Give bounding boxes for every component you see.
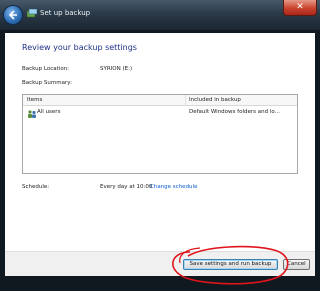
- column-included[interactable]: Included in backup: [189, 97, 241, 103]
- back-arrow-icon: [8, 10, 17, 20]
- save-and-run-button[interactable]: Save settings and run backup: [183, 259, 278, 270]
- schedule-value: Every day at 10:00: [100, 184, 153, 190]
- column-items[interactable]: Items: [27, 97, 42, 103]
- save-and-run-label: Save settings and run backup: [189, 261, 272, 267]
- title-bar: Set up backup ✕: [0, 0, 320, 30]
- window-title: Set up backup: [40, 9, 91, 17]
- list-header: Items Included in backup: [23, 95, 297, 106]
- cancel-button[interactable]: Cancel: [283, 259, 310, 270]
- window-frame: Set up backup ✕ Review your backup setti…: [0, 0, 320, 291]
- change-schedule-link[interactable]: Change schedule: [150, 184, 197, 190]
- users-icon: [28, 110, 36, 118]
- row-item: All users: [37, 109, 61, 115]
- schedule-label: Schedule:: [22, 184, 50, 190]
- backup-location-label: Backup Location:: [22, 66, 70, 72]
- backup-summary-label: Backup Summary:: [22, 80, 72, 86]
- back-button[interactable]: [4, 6, 22, 24]
- backup-icon: [27, 9, 37, 18]
- column-divider: [185, 95, 186, 105]
- row-included: Default Windows folders and lo...: [189, 109, 280, 115]
- close-icon: ✕: [296, 2, 304, 12]
- backup-summary-list[interactable]: Items Included in backup All users Defau…: [22, 94, 298, 174]
- page-title: Review your backup settings: [22, 43, 137, 52]
- cancel-label: Cancel: [287, 261, 306, 267]
- backup-location-value: SYRION (E:): [100, 66, 133, 72]
- close-button[interactable]: ✕: [283, 0, 317, 16]
